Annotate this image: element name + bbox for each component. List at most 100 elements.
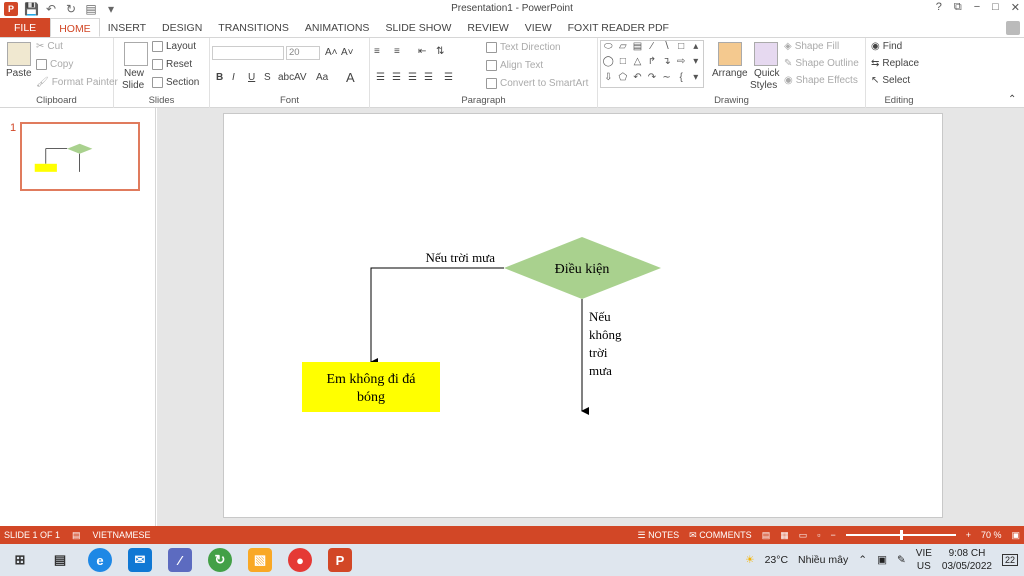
shape-outline-button[interactable]: ✎ Shape Outline [784, 58, 859, 69]
textbox-shape-icon[interactable]: ▤ [630, 41, 645, 56]
clock[interactable]: 9:08 CH 03/05/2022 [942, 547, 992, 573]
network-icon[interactable]: ▣ [877, 554, 887, 566]
change-case-button[interactable]: Aa [316, 72, 328, 83]
app-icon[interactable]: ∕ [168, 548, 192, 572]
chevron-up-icon[interactable]: ⌃ [858, 554, 867, 566]
task-view-icon[interactable]: ▤ [48, 548, 72, 572]
powerpoint-taskbar-icon[interactable]: P [328, 548, 352, 572]
paste-button[interactable]: Paste [6, 68, 32, 79]
align-right-icon[interactable]: ☰ [408, 72, 417, 83]
numbering-icon[interactable]: ≡ [394, 46, 400, 57]
refresh-app-icon[interactable]: ↻ [208, 548, 232, 572]
layout-button[interactable]: Layout [152, 41, 196, 52]
tab-foxit-reader-pdf[interactable]: FOXIT READER PDF [560, 18, 677, 37]
grow-font-button[interactable]: A˄ [325, 47, 338, 58]
tab-transitions[interactable]: TRANSITIONS [210, 18, 297, 37]
oval-shape-icon[interactable]: ⬭ [601, 41, 616, 56]
line-spacing-icon[interactable]: ⇅ [436, 46, 444, 57]
weather-icon[interactable]: ☀ [745, 554, 754, 566]
arrow-shape-icon[interactable]: ⇨ [674, 56, 689, 71]
elbow2-shape-icon[interactable]: ↴ [659, 56, 674, 71]
tab-animations[interactable]: ANIMATIONS [297, 18, 378, 37]
justify-icon[interactable]: ☰ [424, 72, 433, 83]
arc-shape-icon[interactable]: ↷ [645, 72, 660, 87]
italic-button[interactable]: I [232, 72, 235, 83]
slideshow-view-icon[interactable]: ▫ [817, 530, 820, 540]
curve-shape-icon[interactable]: ↶ [630, 72, 645, 87]
tab-insert[interactable]: INSERT [100, 18, 154, 37]
spelling-icon[interactable]: ▤ [72, 530, 81, 541]
new-slide-icon[interactable] [124, 42, 148, 66]
minimize-button[interactable]: − [974, 1, 980, 14]
down-arrow-shape-icon[interactable]: ⇩ [601, 72, 616, 87]
pentagon-shape-icon[interactable]: ⬠ [616, 72, 631, 87]
tab-design[interactable]: DESIGN [154, 18, 210, 37]
reset-button[interactable]: Reset [152, 59, 192, 70]
normal-view-icon[interactable]: ▤ [762, 530, 771, 541]
triangle-shape-icon[interactable]: △ [630, 56, 645, 71]
tab-view[interactable]: VIEW [517, 18, 560, 37]
chrome-icon[interactable]: ● [288, 548, 312, 572]
tab-review[interactable]: REVIEW [459, 18, 516, 37]
left-connector[interactable] [370, 267, 504, 366]
strikethrough-button[interactable]: S [264, 72, 271, 83]
zoom-in-icon[interactable]: + [966, 530, 971, 540]
freeform-shape-icon[interactable]: ∼ [659, 72, 674, 87]
shape-fill-button[interactable]: ◈ Shape Fill [784, 41, 839, 52]
tab-file[interactable]: FILE [0, 18, 51, 37]
ellipse-shape-icon[interactable]: ◯ [601, 56, 616, 71]
cut-button[interactable]: ✂ Cut [36, 41, 63, 52]
character-spacing-button[interactable]: AV [294, 72, 307, 83]
close-button[interactable]: ✕ [1011, 1, 1020, 14]
square-shape-icon[interactable]: □ [616, 56, 631, 71]
tab-home[interactable]: HOME [50, 18, 100, 37]
convert-smartart-button[interactable]: Convert to SmartArt [486, 78, 588, 89]
fit-slide-icon[interactable]: ▣ [1011, 530, 1020, 541]
section-button[interactable]: Section [152, 77, 199, 88]
shapes-gallery[interactable]: ⬭ ▱ ▤ ∕ ∖ □ ▴ ◯ □ △ ↱ ↴ ⇨ ▾ ⇩ ⬠ ↶ ↷ ∼ { … [600, 40, 704, 88]
maximize-button[interactable]: □ [992, 1, 999, 14]
zoom-slider[interactable] [845, 530, 956, 540]
find-button[interactable]: ◉ Find [871, 41, 902, 52]
slide-thumbnail[interactable] [20, 122, 140, 191]
align-left-icon[interactable]: ☰ [376, 72, 385, 83]
elbow-shape-icon[interactable]: ↱ [645, 56, 660, 71]
gallery-up-icon[interactable]: ▴ [688, 41, 703, 56]
file-explorer-icon[interactable]: ▧ [248, 548, 272, 572]
text-direction-button[interactable]: Text Direction [486, 42, 561, 53]
new-slide-button-line2[interactable]: Slide [122, 80, 144, 91]
gallery-more-icon[interactable]: ▾ [688, 72, 703, 87]
zoom-level[interactable]: 70 % [981, 530, 1002, 540]
parallelogram-shape-icon[interactable]: ▱ [616, 41, 631, 56]
replace-button[interactable]: ⇆ Replace [871, 58, 919, 69]
bold-button[interactable]: B [216, 72, 223, 83]
ribbon-display-options-button[interactable]: ⧉ [954, 1, 962, 14]
arrange-button[interactable]: Arrange [712, 68, 748, 79]
notification-badge[interactable]: 22 [1001, 554, 1018, 566]
help-button[interactable]: ? [936, 1, 942, 14]
mail-icon[interactable]: ✉ [128, 548, 152, 572]
indent-icon[interactable]: ⇤ [418, 46, 426, 57]
select-button[interactable]: ↖ Select [871, 75, 910, 86]
weather-temp[interactable]: 23°C [765, 554, 788, 566]
collapse-ribbon-icon[interactable]: ⌃ [1008, 94, 1016, 105]
slide-sorter-icon[interactable]: ▦ [780, 530, 789, 541]
quick-styles-button-line2[interactable]: Styles [750, 80, 777, 91]
line2-shape-icon[interactable]: ∖ [659, 41, 674, 56]
text-shadow-button[interactable]: abc [278, 72, 294, 83]
font-family-select[interactable] [212, 46, 284, 60]
tab-slide-show[interactable]: SLIDE SHOW [377, 18, 459, 37]
center-icon[interactable]: ☰ [392, 72, 401, 83]
avatar[interactable] [1006, 21, 1020, 35]
underline-button[interactable]: U [248, 72, 255, 83]
arrange-icon[interactable] [718, 42, 742, 66]
font-color-button[interactable]: A [346, 70, 355, 85]
slide-canvas[interactable]: Điều kiện Nếu trời mưa Nếu không trời mư… [223, 113, 943, 518]
input-language[interactable]: VIE US [916, 547, 932, 573]
font-size-select[interactable]: 20 [286, 46, 320, 60]
brace-shape-icon[interactable]: { [674, 72, 689, 87]
pen-icon[interactable]: ✎ [897, 554, 906, 566]
zoom-out-icon[interactable]: − [830, 530, 835, 540]
weather-desc[interactable]: Nhiều mây [798, 554, 848, 566]
reading-view-icon[interactable]: ▭ [799, 530, 808, 541]
